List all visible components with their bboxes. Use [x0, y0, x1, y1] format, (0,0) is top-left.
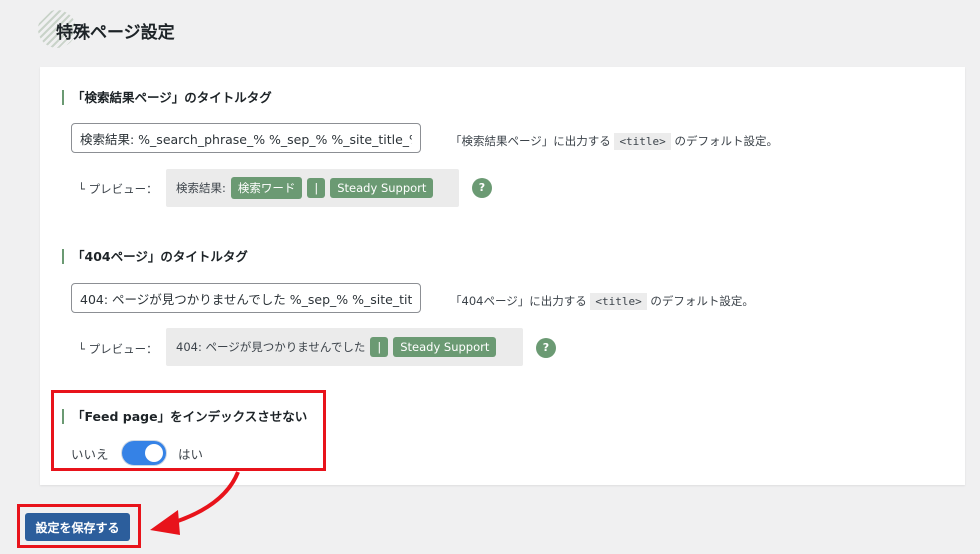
arrow-icon — [150, 471, 240, 535]
save-settings-button[interactable]: 設定を保存する — [25, 513, 130, 541]
